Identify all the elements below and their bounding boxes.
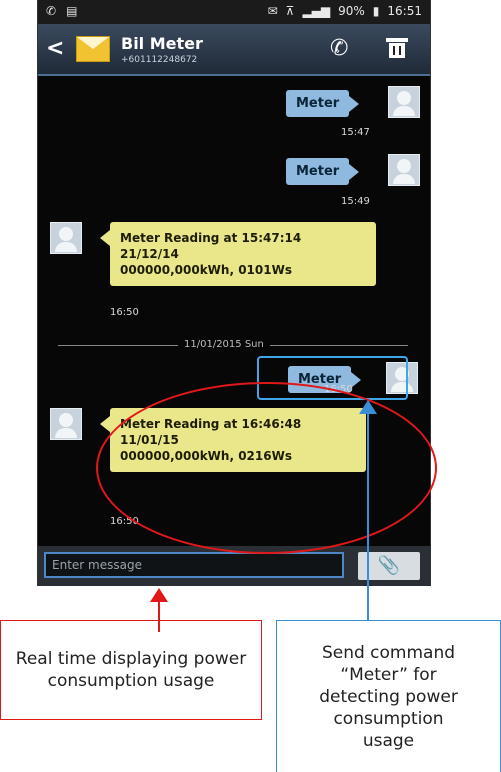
- blue-arrow-line: [367, 410, 369, 620]
- callout-send-command: Send command “Meter” for detecting power…: [276, 620, 501, 772]
- message-input[interactable]: Enter message: [44, 552, 344, 578]
- highlight-meter-reading: [96, 382, 437, 554]
- callout-real-time-usage: Real time displaying power consumption u…: [0, 620, 262, 720]
- call-icon[interactable]: ✆: [330, 36, 348, 61]
- calendar-icon: ▤: [66, 4, 78, 18]
- message-text: Meter: [296, 96, 340, 111]
- message-time: 16:50: [110, 307, 139, 318]
- contact-number: +601112248672: [121, 55, 198, 65]
- sent-message-bubble[interactable]: Meter: [286, 158, 360, 185]
- contact-avatar: [50, 408, 82, 440]
- contact-avatar: [50, 222, 82, 254]
- date-divider: 11/01/2015 Sun: [178, 339, 270, 350]
- clock: 16:51: [387, 4, 422, 18]
- sent-message-bubble[interactable]: Meter: [286, 90, 360, 117]
- contact-name: Bil Meter: [121, 34, 203, 53]
- back-arrow-icon[interactable]: <: [46, 36, 64, 61]
- conversation-header: < Bil Meter +601112248672 ✆: [38, 24, 430, 76]
- mail-icon: ✉: [267, 4, 278, 18]
- message-time: 15:49: [341, 196, 370, 207]
- self-avatar: [388, 86, 420, 118]
- message-text: Meter: [296, 164, 340, 179]
- message-line: 21/12/14: [120, 247, 179, 261]
- signal-icon: ▂▄▆: [302, 4, 331, 18]
- message-time: 15:47: [341, 127, 370, 138]
- delete-icon[interactable]: [386, 38, 408, 58]
- received-message-bubble[interactable]: Meter Reading at 15:47:14 21/12/14 00000…: [100, 222, 376, 286]
- whatsapp-icon: ✆: [46, 4, 57, 18]
- contact-envelope-icon: [76, 36, 110, 62]
- message-line: Meter Reading at 15:47:14: [120, 231, 302, 245]
- self-avatar: [388, 154, 420, 186]
- battery-icon: ▮: [372, 4, 380, 18]
- usb-icon: ⊼: [285, 4, 295, 18]
- message-line: 000000,000kWh, 0101Ws: [120, 263, 292, 277]
- status-bar: ✆ ▤ ✉ ⊼ ▂▄▆ 90% ▮ 16:51: [38, 0, 430, 24]
- battery-level: 90%: [338, 4, 365, 18]
